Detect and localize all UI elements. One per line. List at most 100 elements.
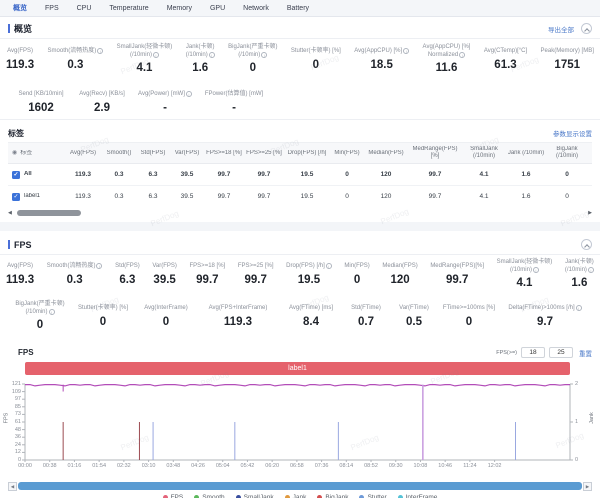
legend-item-Jank[interactable]: Jank (285, 494, 307, 498)
param-display-settings-link[interactable]: 参数显示设置 (553, 128, 592, 138)
legend-item-InterFrame[interactable]: InterFrame (398, 494, 438, 498)
nav-tab-概览[interactable]: 概览 (4, 3, 36, 13)
info-icon[interactable]: i (261, 52, 267, 58)
fps-threshold-input-1[interactable] (521, 347, 545, 358)
row-value-cell: 1.6 (506, 171, 546, 178)
stat-value: 119.3 (6, 59, 34, 71)
nav-tab-Memory[interactable]: Memory (158, 5, 201, 12)
axis-tick-label: 1 (575, 419, 578, 425)
stat-smooth: Smooth(流畅热度)i0.3 (48, 44, 104, 74)
stat-value: 99.7 (238, 274, 274, 286)
stat-value: 0.5 (390, 316, 438, 328)
chart-scroll-right-icon[interactable]: ▶ (583, 482, 592, 491)
stat-smooth: Smooth(流畅热度)i0.3 (47, 259, 103, 289)
tags-scrollbar-thumb[interactable] (17, 210, 81, 216)
export-all-link[interactable]: 导出全部 (548, 24, 574, 34)
stat-label-text: Drop(FPS) [/h] (286, 263, 325, 269)
stat-label-sub: (/10min)i (10, 309, 70, 317)
overview-collapse-button[interactable] (581, 23, 592, 34)
nav-tab-Battery[interactable]: Battery (278, 5, 318, 12)
nav-tab-Temperature[interactable]: Temperature (100, 5, 157, 12)
legend-item-FPS[interactable]: FPS (163, 494, 184, 498)
stat-label: BigJank(严重卡顿)(/10min)i (10, 301, 70, 316)
info-icon[interactable]: i (97, 48, 103, 54)
fps-threshold-label: FPS(>=) (496, 350, 517, 356)
stat-smalljank: SmallJank(轻微卡顿)(/10min)i4.1 (117, 44, 173, 74)
table-row-All[interactable]: ✓All119.30.36.339.599.799.719.5012099.74… (8, 164, 592, 186)
column-header-label: Avg(FPS) (70, 150, 96, 156)
info-icon[interactable]: i (326, 263, 332, 269)
info-icon[interactable]: i (403, 48, 409, 54)
chart-scroll-left-icon[interactable]: ◀ (8, 482, 17, 491)
info-icon[interactable]: i (576, 305, 582, 311)
row-checkbox[interactable]: ✓ (12, 193, 20, 201)
chart-label-banner[interactable]: label1 (25, 362, 570, 375)
info-icon[interactable]: i (49, 309, 55, 315)
legend-label: FPS (171, 494, 184, 498)
column-header-11: SmallJank (/10min) (462, 146, 506, 160)
stat-min-fps: Min(FPS)0 (344, 259, 369, 289)
stat-value: - (132, 102, 198, 114)
table-row-label1[interactable]: ✓label1119.30.36.339.599.799.719.5012099… (8, 186, 592, 205)
fps-title: FPS (14, 240, 32, 250)
stat-value: 4.1 (117, 62, 173, 74)
table-header-row: ◉标签Avg(FPS)Smooth()Std(FPS)Var(FPS)FPS>=… (8, 143, 592, 164)
legend-item-Smooth[interactable]: Smooth (194, 494, 224, 498)
stat-avg-interframe: Avg(InterFrame)0 (136, 301, 196, 331)
row-checkbox[interactable]: ✓ (12, 171, 20, 179)
stat-value: 0.7 (342, 316, 390, 328)
legend-dot (194, 495, 199, 498)
stat-label-text: Min(FPS) (344, 263, 369, 269)
row-value-cell: 0 (588, 193, 592, 200)
scroll-right-icon[interactable]: ▶ (588, 210, 592, 216)
nav-tab-FPS[interactable]: FPS (36, 5, 68, 12)
row-value-cell: 99.7 (408, 171, 462, 178)
stat-ftime-ge-100ms: FTime>=100ms [%]0 (438, 301, 500, 331)
nav-tab-GPU[interactable]: GPU (201, 5, 234, 12)
fps-chart-toolbar: FPS FPS(>=) 重置 (18, 346, 592, 359)
stat-label-sub: (/10min)i (565, 267, 594, 275)
info-icon[interactable]: i (459, 52, 465, 58)
divider (0, 38, 600, 39)
scroll-left-icon[interactable]: ◀ (8, 210, 12, 216)
stat-label-sub: (/10min)i (186, 52, 215, 60)
legend-item-BigJank[interactable]: BigJank (317, 494, 348, 498)
info-icon[interactable]: i (588, 267, 594, 273)
row-value-cell: 19.5 (284, 193, 330, 200)
divider (0, 254, 600, 255)
x-axis-tick-label: 11:24 (460, 463, 480, 469)
stat-label-text: Var(FPS) (152, 263, 177, 269)
legend-item-Stutter[interactable]: Stutter (359, 494, 386, 498)
axis-tick-label: 85 (1, 404, 21, 410)
fps-collapse-button[interactable] (581, 239, 592, 250)
nav-tab-Network[interactable]: Network (234, 5, 278, 12)
info-icon[interactable]: i (153, 52, 159, 58)
stat-label-text: FPower(估算值) [mW] (205, 91, 263, 97)
info-icon[interactable]: i (533, 267, 539, 273)
fps-threshold-input-2[interactable] (549, 347, 573, 358)
tags-section-header: 标签 参数显示设置 (8, 127, 592, 139)
info-icon[interactable]: i (96, 263, 102, 269)
legend-item-SmallJank[interactable]: SmallJank (236, 494, 274, 498)
tags-title: 标签 (8, 128, 24, 139)
fps-chart[interactable] (0, 378, 600, 473)
chart-scrollbar-thumb[interactable] (18, 482, 582, 490)
stat-value: 1602 (10, 102, 72, 114)
x-axis-tick-label: 01:16 (64, 463, 84, 469)
info-icon[interactable]: i (186, 91, 192, 97)
axis-tick-label: 2 (575, 381, 578, 387)
stat-label: Avg(Power) [mW]i (132, 87, 198, 99)
stat-delta-ftime: Delta(FTime)>100ms [/h]i9.7 (500, 301, 590, 331)
stat-avg-fps-interframe: Avg(FPS+InterFrame)119.3 (196, 301, 280, 331)
column-header-4: Var(FPS) (170, 150, 204, 157)
info-icon[interactable]: i (209, 52, 215, 58)
visibility-eye-icon[interactable]: ◉ (12, 150, 17, 157)
row-value-cell: 0 (330, 193, 364, 200)
stat-label-text: Avg(FTime) [ms] (289, 305, 333, 311)
legend-label: Smooth (202, 494, 224, 498)
stat-label-text: Avg(AppCPU) [%] (423, 44, 471, 50)
nav-tab-CPU[interactable]: CPU (68, 5, 101, 12)
row-label-cell: ✓label1 (8, 193, 64, 201)
reset-link[interactable]: 重置 (579, 348, 592, 358)
stat-value: 61.3 (484, 59, 527, 71)
